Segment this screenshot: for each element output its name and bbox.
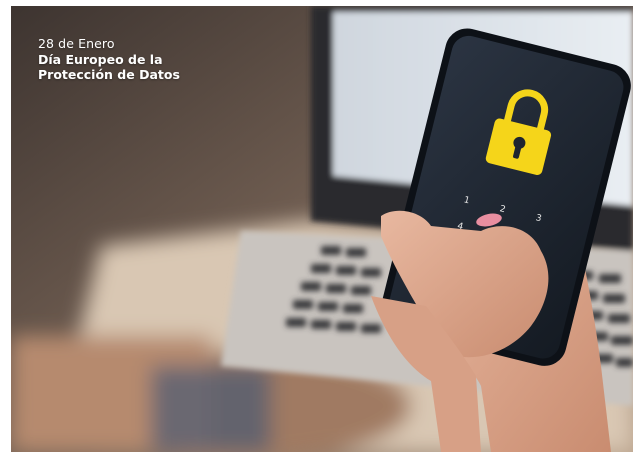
caption: 28 de Enero Día Europeo de la Protección… xyxy=(38,36,238,82)
event-title-line-2: Protección de Datos xyxy=(38,67,180,82)
photo-frame: 1 2 3 4 7 0 28 de Enero Día Europeo de l… xyxy=(11,6,633,452)
blurred-cup xyxy=(151,366,271,452)
event-title-line-1: Día Europeo de la xyxy=(38,52,163,67)
event-date: 28 de Enero xyxy=(38,36,115,51)
